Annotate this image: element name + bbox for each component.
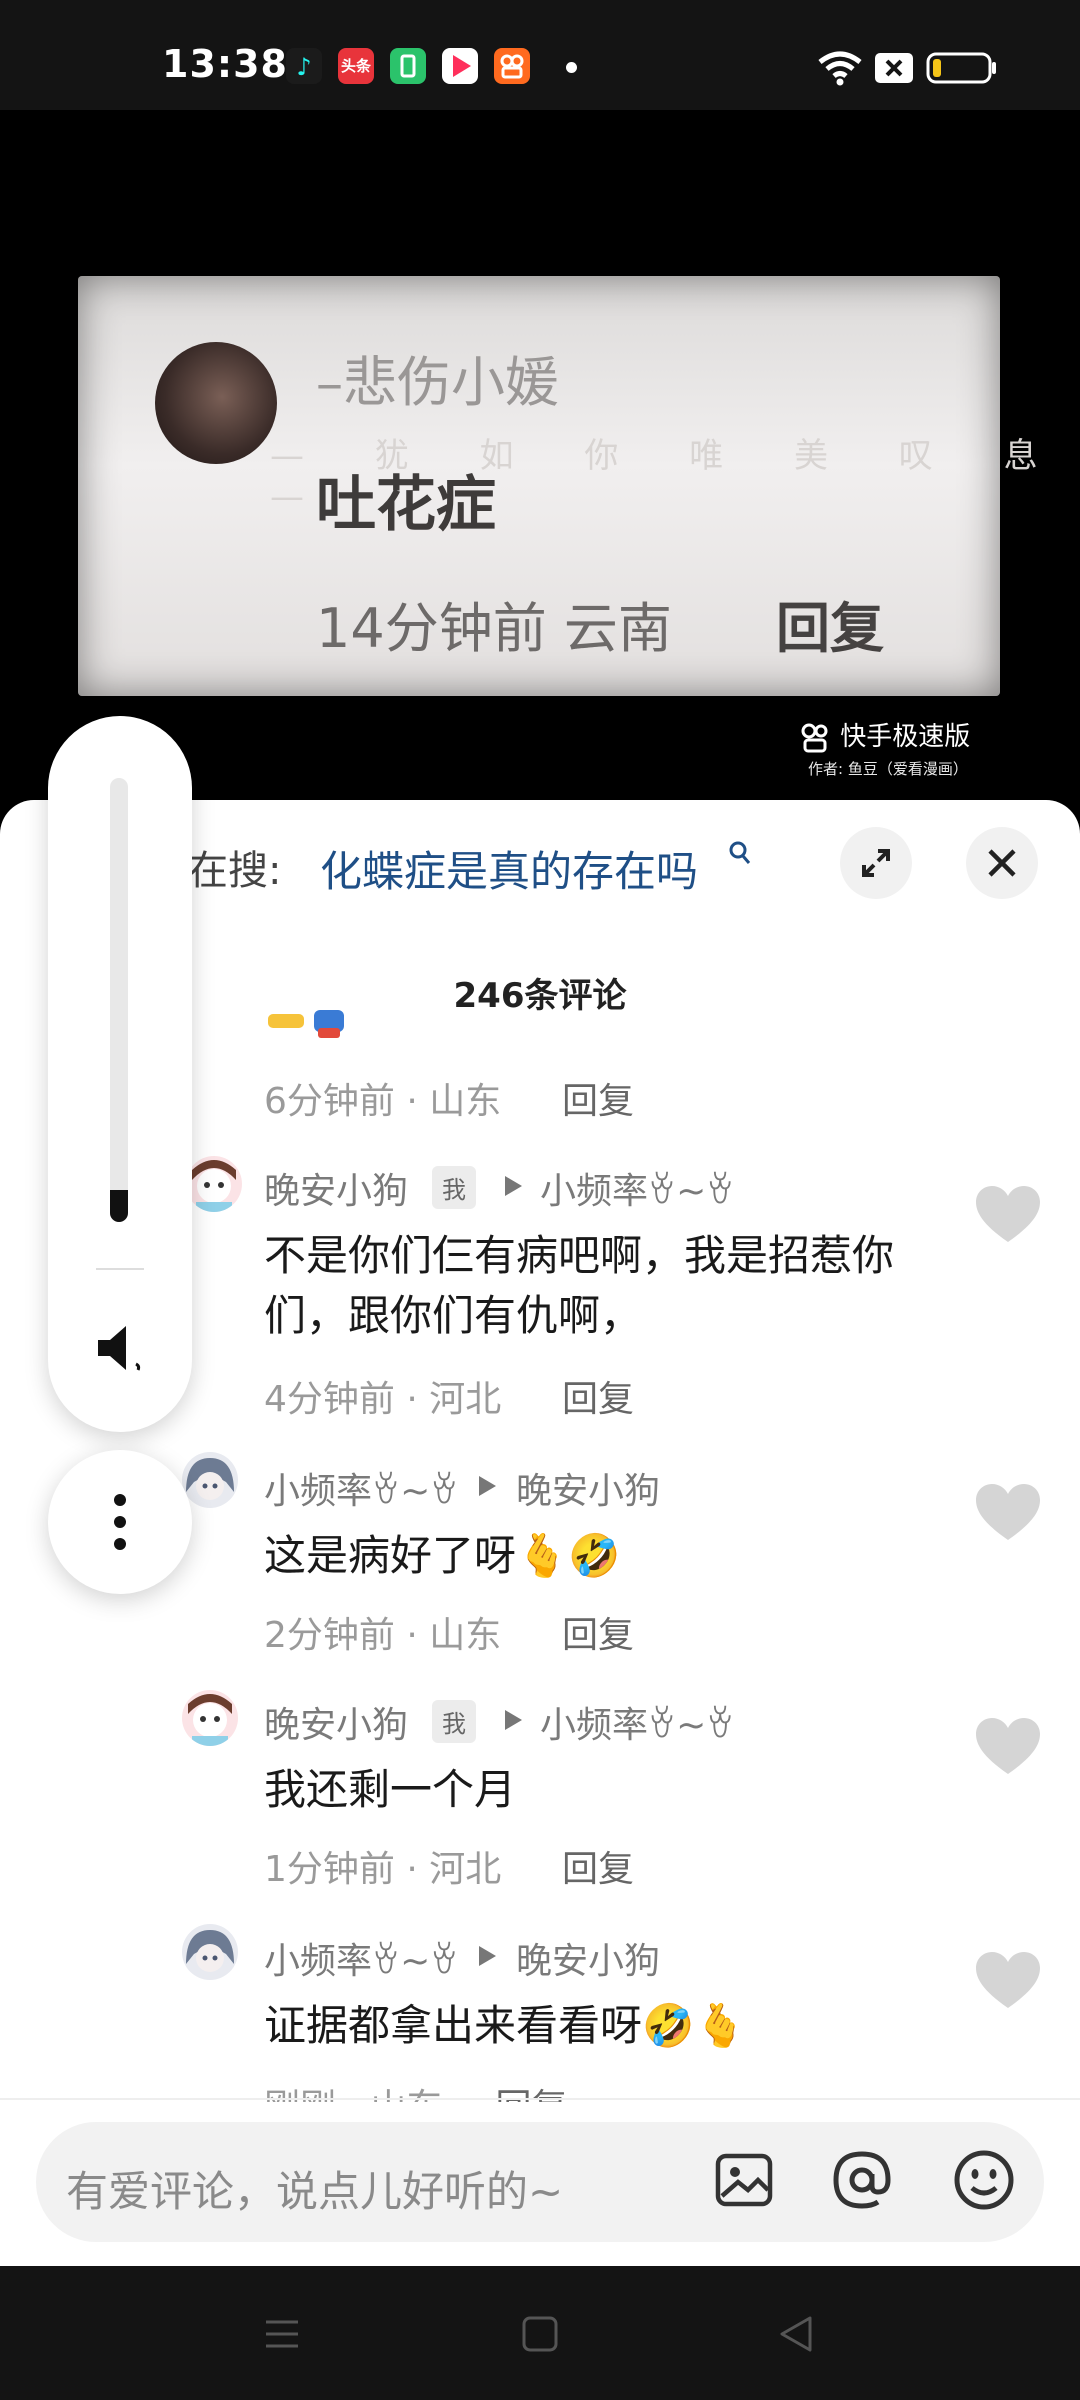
battery-app-icon [390, 48, 426, 84]
more-options-button[interactable] [48, 1450, 192, 1594]
comment-text: 这是病好了呀🫰🤣 [264, 1531, 621, 1580]
reply-arrow-icon [476, 1944, 498, 1972]
reply-arrow-icon [476, 1474, 498, 1502]
emoji-button[interactable] [952, 2148, 1016, 2216]
search-prefix: 在搜: [188, 848, 282, 894]
watermark-author: 作者: 鱼豆（爱看漫画） [808, 760, 968, 778]
svg-text:♪: ♪ [296, 53, 311, 81]
menu-icon [266, 2320, 298, 2348]
watermark: 快手极速版 [798, 716, 970, 755]
no-sim-icon [874, 52, 914, 88]
video-meta: 14分钟前 云南 [316, 597, 672, 660]
reply-to-user[interactable]: 小频率ꈊ~ꈊ [540, 1696, 734, 1748]
reply-to-user[interactable]: 小频率ꈊ~ꈊ [540, 1162, 734, 1214]
status-time: 13:38 [162, 42, 288, 86]
image-icon [715, 2153, 773, 2207]
toutiao-icon: 头条 [338, 48, 374, 84]
mention-button[interactable] [830, 2148, 894, 2216]
at-icon [833, 2151, 891, 2209]
close-button[interactable] [966, 827, 1038, 899]
reply-to-user[interactable]: 晚安小狗 [516, 1462, 660, 1514]
menu-nav-button[interactable] [262, 2314, 302, 2358]
volume-slider[interactable] [110, 778, 128, 1222]
video-user-name: –悲伤小媛 [316, 351, 559, 414]
more-vertical-icon [114, 1494, 126, 1550]
reply-button[interactable]: 回复 [562, 1606, 634, 1658]
close-icon [988, 849, 1016, 877]
reply-arrow-icon [502, 1174, 524, 1202]
image-picker-button[interactable] [714, 2150, 774, 2214]
toutiao-label: 头条 [340, 57, 371, 75]
expand-button[interactable] [840, 827, 912, 899]
divider [0, 2098, 1080, 2100]
avatar[interactable] [182, 1690, 238, 1746]
comment-meta: 6分钟前 · 山东 [264, 1081, 502, 1122]
status-bar: 13:38 ♪ 头条 [0, 0, 1080, 110]
like-heart-icon[interactable] [976, 1484, 1040, 1542]
wifi-icon [816, 48, 864, 90]
back-icon [780, 2316, 812, 2352]
expand-icon [862, 849, 890, 877]
kuaishou-icon [494, 48, 530, 84]
notification-dot [566, 62, 577, 73]
me-badge: 我 [432, 1700, 476, 1743]
reply-button[interactable]: 回复 [562, 1072, 634, 1124]
video-user-avatar [155, 342, 277, 464]
reply-to-user[interactable]: 晚安小狗 [516, 1932, 660, 1984]
comment-meta: 2分钟前 · 山东 [264, 1615, 502, 1656]
volume-divider [96, 1268, 144, 1270]
speaker-icon[interactable] [94, 1320, 150, 1380]
comment-text: 证据都拿出来看看呀🤣🫰 [264, 2001, 747, 2050]
volume-slider-fill [110, 1190, 128, 1222]
reply-button[interactable]: 回复 [562, 1370, 634, 1422]
like-heart-icon[interactable] [976, 1952, 1040, 2010]
video-reply: 回复 [776, 597, 884, 660]
me-badge: 我 [432, 1166, 476, 1209]
search-suggestion-link[interactable]: 化蝶症是真的存在吗 [320, 838, 698, 899]
avatar[interactable] [182, 1924, 238, 1980]
home-nav-button[interactable] [520, 2314, 560, 2358]
watermark-label: 快手极速版 [840, 722, 971, 752]
comment-input-placeholder: 有爱评论，说点儿好听的~ [66, 2167, 564, 2216]
battery-icon [926, 52, 998, 88]
like-heart-icon[interactable] [976, 1718, 1040, 1776]
search-icon [728, 840, 752, 870]
video-title: 吐花症 [316, 470, 496, 540]
comment-meta: 4分钟前 · 河北 [264, 1379, 502, 1420]
emoji-icon [954, 2150, 1014, 2210]
comment-user[interactable]: 晚安小狗 [264, 1696, 408, 1748]
douyin-lite-icon: ♪ [286, 48, 322, 84]
like-heart-icon[interactable] [976, 1186, 1040, 1244]
comment-user[interactable]: 晚安小狗 [264, 1162, 408, 1214]
partial-emoji [264, 1010, 360, 1054]
comment-user[interactable]: 小频率ꈊ~ꈊ [264, 1932, 458, 1984]
home-icon [522, 2316, 558, 2352]
reply-arrow-icon [502, 1708, 524, 1736]
back-nav-button[interactable] [776, 2314, 816, 2358]
comment-text: 我还剩一个月 [264, 1765, 517, 1814]
reply-button[interactable]: 回复 [562, 1840, 634, 1892]
comment-text: 不是你们仨有病吧啊，我是招惹你们，跟你们有仇啊， [264, 1231, 895, 1340]
video-app-icon [442, 48, 478, 84]
comment-user[interactable]: 小频率ꈊ~ꈊ [264, 1462, 458, 1514]
avatar[interactable] [186, 1156, 242, 1212]
kuaishou-logo-icon [801, 723, 828, 752]
comment-meta: 1分钟前 · 河北 [264, 1849, 502, 1890]
